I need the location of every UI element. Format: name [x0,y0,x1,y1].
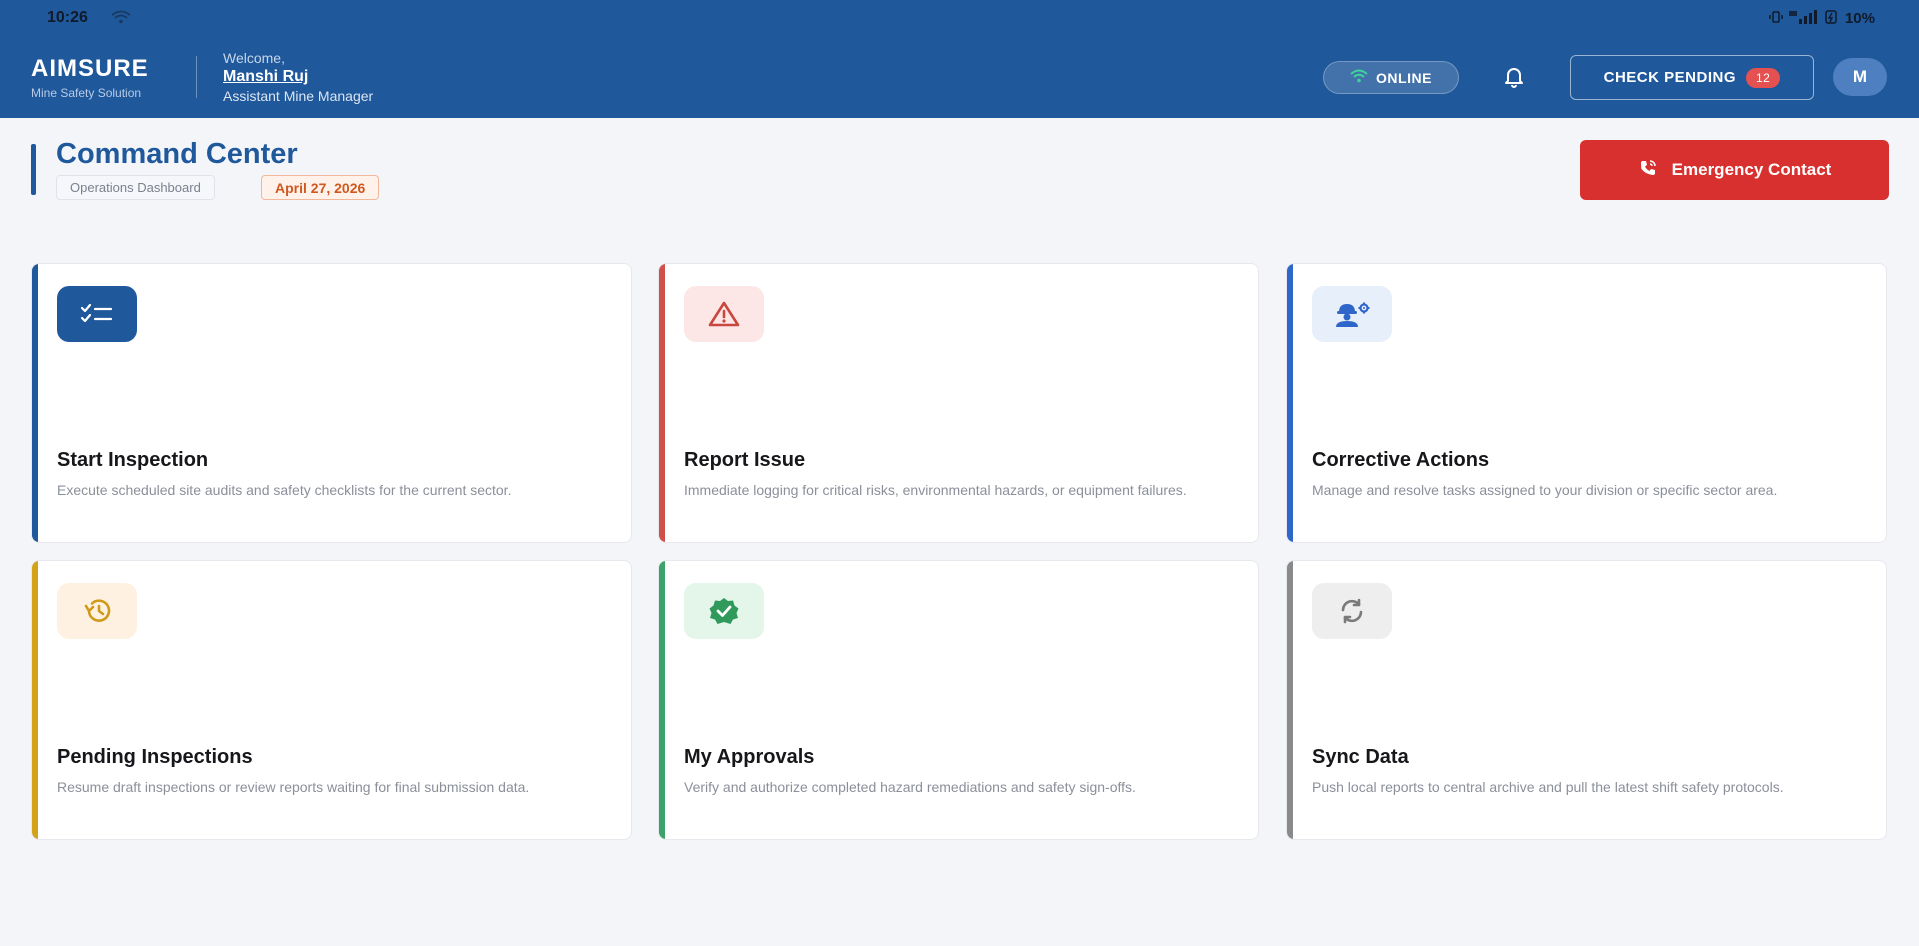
history-icon [57,583,137,639]
avatar[interactable]: M [1833,58,1887,96]
pending-count-badge: 12 [1746,67,1781,88]
user-name-link[interactable]: Manshi Ruj [223,68,373,86]
sync-data-card[interactable]: Sync Data Push local reports to central … [1286,560,1887,840]
card-title: Pending Inspections [57,746,253,768]
online-label: ONLINE [1376,69,1432,86]
brand-tagline: Mine Safety Solution [31,86,142,100]
card-accent [1287,264,1293,542]
battery-percent: 10% [1844,10,1875,27]
card-title: Start Inspection [57,449,209,471]
my-approvals-card[interactable]: My Approvals Verify and authorize comple… [658,560,1259,840]
verified-badge-icon [684,583,764,639]
card-accent [1287,561,1293,839]
corrective-actions-card[interactable]: Corrective Actions Manage and resolve ta… [1286,263,1887,543]
welcome-text: Welcome, [223,50,285,66]
card-description: Push local reports to central archive an… [1312,779,1784,795]
phone-call-icon [1638,158,1658,183]
emergency-contact-label: Emergency Contact [1671,160,1832,179]
card-accent [32,561,38,839]
emergency-contact-button[interactable]: Emergency Contact [1580,140,1889,200]
date-chip: April 27, 2026 [261,175,380,200]
card-accent [32,264,38,542]
worker-gear-icon [1312,286,1392,342]
brand-name: AIMSURE [31,55,149,82]
card-accent [659,264,665,542]
card-description: Resume draft inspections or review repor… [57,779,530,795]
vibrate-icon [1769,10,1783,28]
checklist-icon [57,286,137,342]
card-description: Immediate logging for critical risks, en… [684,482,1187,498]
user-role: Assistant Mine Manager [223,88,374,104]
app-header: 10:26 10% AIMSURE Mine Safety Solution W… [0,0,1919,118]
subtitle-chip: Operations Dashboard [56,175,215,200]
title-accent-bar [31,144,36,195]
status-indicators: 10% [1769,9,1875,28]
card-title: Sync Data [1312,746,1409,768]
check-pending-label: CHECK PENDING [1603,69,1736,86]
brand-logo[interactable]: AIMSURE Mine Safety Solution [31,55,149,101]
bell-icon [1502,64,1526,93]
check-pending-button[interactable]: CHECK PENDING 12 [1570,55,1814,100]
card-title: Report Issue [684,449,806,471]
header-divider [196,56,197,98]
card-description: Execute scheduled site audits and safety… [57,482,512,498]
start-inspection-card[interactable]: Start Inspection Execute scheduled site … [31,263,632,543]
card-title: My Approvals [684,746,815,768]
pending-inspections-card[interactable]: Pending Inspections Resume draft inspect… [31,560,632,840]
battery-charging-icon [1825,9,1837,28]
card-description: Verify and authorize completed hazard re… [684,779,1136,795]
signal-icon [1788,9,1819,28]
user-greeting: Welcome, Manshi Ruj Assistant Mine Manag… [223,50,373,104]
page-title: Command Center [56,138,298,170]
report-issue-card[interactable]: Report Issue Immediate logging for criti… [658,263,1259,543]
wifi-icon [1350,69,1368,86]
card-title: Corrective Actions [1312,449,1490,471]
notifications-button[interactable] [1499,64,1529,92]
online-status-badge: ONLINE [1323,61,1459,94]
warning-icon [684,286,764,342]
status-time: 10:26 [47,9,88,26]
card-accent [659,561,665,839]
sync-icon [1312,583,1392,639]
card-description: Manage and resolve tasks assigned to you… [1312,482,1778,498]
wifi-icon [111,10,131,29]
